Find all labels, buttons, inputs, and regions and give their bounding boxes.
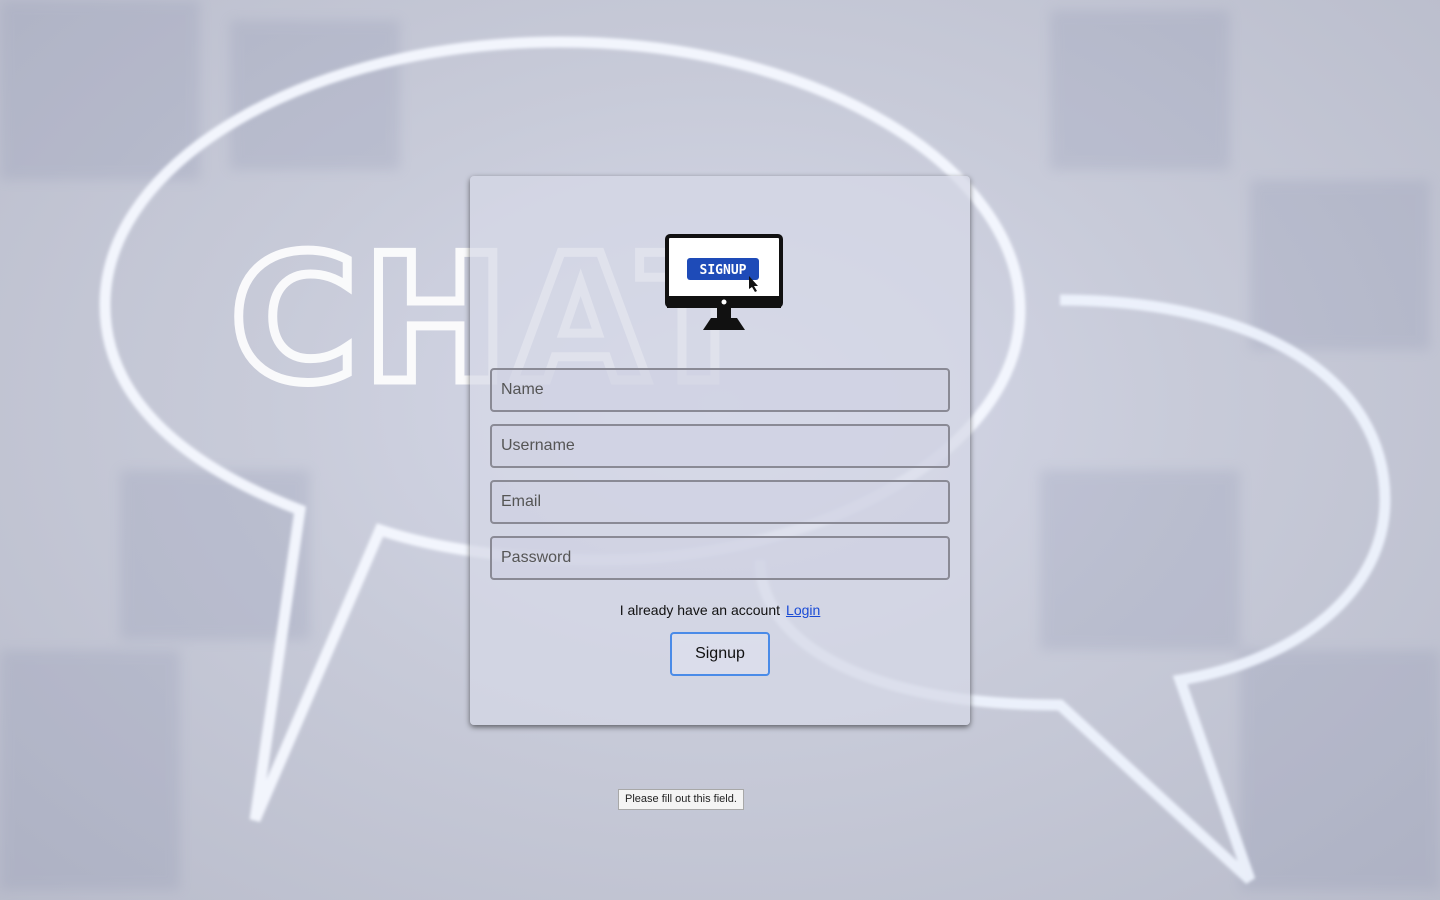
signup-button[interactable]: Signup bbox=[670, 632, 770, 676]
login-link[interactable]: Login bbox=[786, 602, 820, 618]
signup-card: SIGNUP I already have an account Login Si… bbox=[470, 176, 970, 725]
account-text: I already have an account bbox=[619, 602, 781, 618]
password-field[interactable] bbox=[490, 536, 950, 580]
account-prompt: I already have an account Login bbox=[470, 602, 970, 618]
email-field[interactable] bbox=[490, 480, 950, 524]
name-field[interactable] bbox=[490, 368, 950, 412]
validation-tooltip: Please fill out this field. bbox=[618, 789, 744, 810]
logo-badge-text: SIGNUP bbox=[700, 263, 747, 278]
username-field[interactable] bbox=[490, 424, 950, 468]
monitor-signup-icon: SIGNUP bbox=[665, 234, 783, 330]
